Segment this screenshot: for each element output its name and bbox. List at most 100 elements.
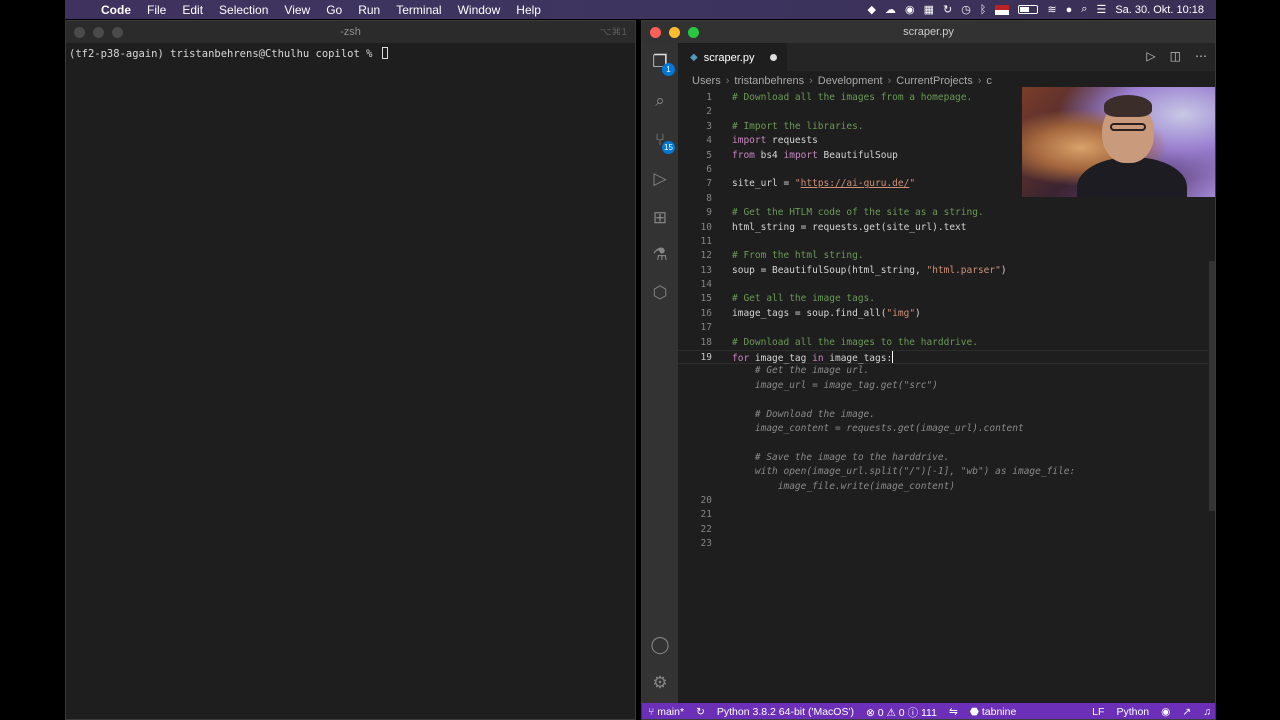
code-line: 23 [678,537,1208,551]
layout-icon[interactable]: ▦ [924,3,934,16]
run-debug-icon[interactable]: ▷ [648,167,672,191]
status-bar: ⑂ main* ↻ Python 3.8.2 64-bit ('MacOS') … [642,703,1215,720]
sync-icon[interactable]: ↻ [943,3,952,16]
feedback-icon[interactable]: ↗ [1176,706,1197,718]
error-icon: ⊗ [865,706,878,719]
unsaved-dot-icon[interactable] [770,54,778,61]
copilot-suggestion: # Download the image. [732,408,875,420]
menu-bar-tray: ◆ ☁ ◉ ▦ ↻ ◷ ᛒ ≋ ● ⌕ ☰ Sa. 30. Okt. 10:18 [867,3,1216,16]
dropbox-icon[interactable]: ◆ [867,3,875,16]
menu-terminal[interactable]: Terminal [388,3,449,17]
menu-selection[interactable]: Selection [211,3,276,17]
code-text: bs4 [754,149,784,161]
control-center-icon[interactable]: ☰ [1096,3,1106,16]
extensions-icon[interactable]: ⊞ [648,206,672,230]
battery-icon[interactable] [1018,5,1039,14]
menu-run[interactable]: Run [350,3,388,17]
breadcrumb-item[interactable]: Development [818,75,883,87]
keyboard-layout-flag-icon[interactable] [995,4,1010,15]
menu-app-name[interactable]: Code [95,3,139,17]
text-cursor [892,351,894,364]
vscode-titlebar[interactable]: scraper.py [642,21,1215,43]
code-keyword: in [812,353,824,365]
code-comment: # Download all the images from a homepag… [732,92,973,103]
code-keyword: import [783,149,818,161]
line-number: 23 [700,538,712,550]
activity-bar: ❐ 1 ⌕ ⑂ 15 ▷ ⊞ ⚗ ⬡ ◯ ⚙ [642,43,678,703]
menu-go[interactable]: Go [318,3,350,17]
terminal-titlebar[interactable]: -zsh ⌥⌘1 [66,21,635,43]
tabnine-indicator[interactable]: ⬣ tabnine [964,706,1023,718]
copilot-suggestion: image_file.write(image_content) [732,480,956,492]
menu-view[interactable]: View [276,3,318,17]
copilot-suggestion: image_url = image_tag.get("src") [732,379,938,391]
code-line: 16 image_tags = soup.find_all("img") [678,307,1208,321]
tab-label: scraper.py [703,51,755,64]
source-control-icon[interactable]: ⑂ 15 [648,128,675,154]
testing-icon[interactable]: ⚗ [648,243,672,267]
wifi-icon[interactable]: ≋ [1047,3,1056,16]
line-number: 19 [700,352,712,364]
code-line-current: 19 for image_tag in image_tags: [678,350,1208,365]
explorer-icon[interactable]: ❐ 1 [648,50,675,76]
sync-changes-icon[interactable]: ↻ [690,706,711,718]
scrollbar-thumb[interactable] [1209,261,1215,511]
line-number: 16 [700,307,712,319]
vscode-window: scraper.py ❐ 1 ⌕ ⑂ 15 ▷ ⊞ ⚗ ⬡ ◯ ⚙ ◆ scrape… [641,20,1216,720]
bluetooth-icon[interactable]: ᛒ [980,4,987,16]
breadcrumb-item[interactable]: Users [692,75,721,87]
code-line: 10 html_string = requests.get(site_url).t… [678,221,1208,235]
code-line: 11 [678,235,1208,249]
port-forward-icon[interactable]: ⇋ [943,706,964,718]
menu-window[interactable]: Window [450,3,509,17]
line-number: 11 [700,235,712,247]
end-of-line[interactable]: LF [1086,706,1110,718]
ghost-suggestion-line [678,436,1208,450]
settings-gear-icon[interactable]: ⚙ [648,671,672,695]
breadcrumb-item[interactable]: c [986,75,992,87]
run-python-file-icon[interactable]: ▷ [1146,49,1155,63]
cloud-icon[interactable]: ☁ [885,3,896,16]
copilot-suggestion: # Get the image url. [732,365,870,377]
menu-edit[interactable]: Edit [174,3,211,17]
branch-indicator[interactable]: ⑂ main* [642,706,690,718]
spotlight-search-icon[interactable]: ⌕ [1081,3,1087,16]
breadcrumb-item[interactable]: CurrentProjects [896,75,972,87]
language-mode[interactable]: Python [1110,706,1155,718]
code-url-link[interactable]: https://ai-guru.de/ [801,178,910,189]
terminal-title: -zsh [340,26,361,38]
code-comment: # Get all the image tags. [732,293,875,305]
code-comment: # Download all the images to the harddri… [732,336,978,348]
split-editor-icon[interactable]: ◫ [1170,49,1181,63]
code-text: BeautifulSoup [817,149,898,161]
menu-file[interactable]: File [139,3,174,17]
terminal-content[interactable]: (tf2-p38-again) tristanbehrens@Cthulhu c… [66,43,635,64]
problems-indicator[interactable]: ⊗ 0 ⚠ 0 ⓘ 111 [860,705,943,720]
warning-icon: ⚠ [886,706,899,719]
breadcrumb-item[interactable]: tristanbehrens [734,75,804,87]
code-line: 13 soup = BeautifulSoup(html_string, "htm… [678,264,1208,278]
terminal-cursor [381,47,388,59]
code-line: 21 [678,508,1208,522]
tab-scraper-py[interactable]: ◆ scraper.py [678,43,788,71]
python-interpreter[interactable]: Python 3.8.2 64-bit ('MacOS') [711,706,860,718]
user-icon[interactable]: ● [1066,4,1073,16]
info-icon: ⓘ [907,706,921,719]
chevron-right-icon: › [977,75,982,87]
line-number: 20 [700,494,712,506]
remote-explorer-icon[interactable]: ⬡ [648,281,672,305]
menu-help[interactable]: Help [508,3,549,17]
more-actions-icon[interactable]: ⋯ [1195,49,1207,63]
account-icon[interactable]: ◯ [648,633,672,657]
copilot-status-icon[interactable]: ◉ [1155,706,1176,718]
code-text: soup = BeautifulSoup(html_string, [732,264,927,276]
code-keyword: from [732,149,755,161]
tabnine-logo-icon: ⬣ [969,706,982,718]
clock[interactable]: Sa. 30. Okt. 10:18 [1115,4,1204,16]
search-icon[interactable]: ⌕ [648,89,672,113]
notifications-bell-icon[interactable]: ♫ [1197,706,1215,718]
time-machine-icon[interactable]: ◷ [961,3,971,16]
line-number: 13 [700,264,712,276]
terminal-shortcut: ⌥⌘1 [599,26,627,38]
copilot-icon[interactable]: ◉ [905,3,915,16]
